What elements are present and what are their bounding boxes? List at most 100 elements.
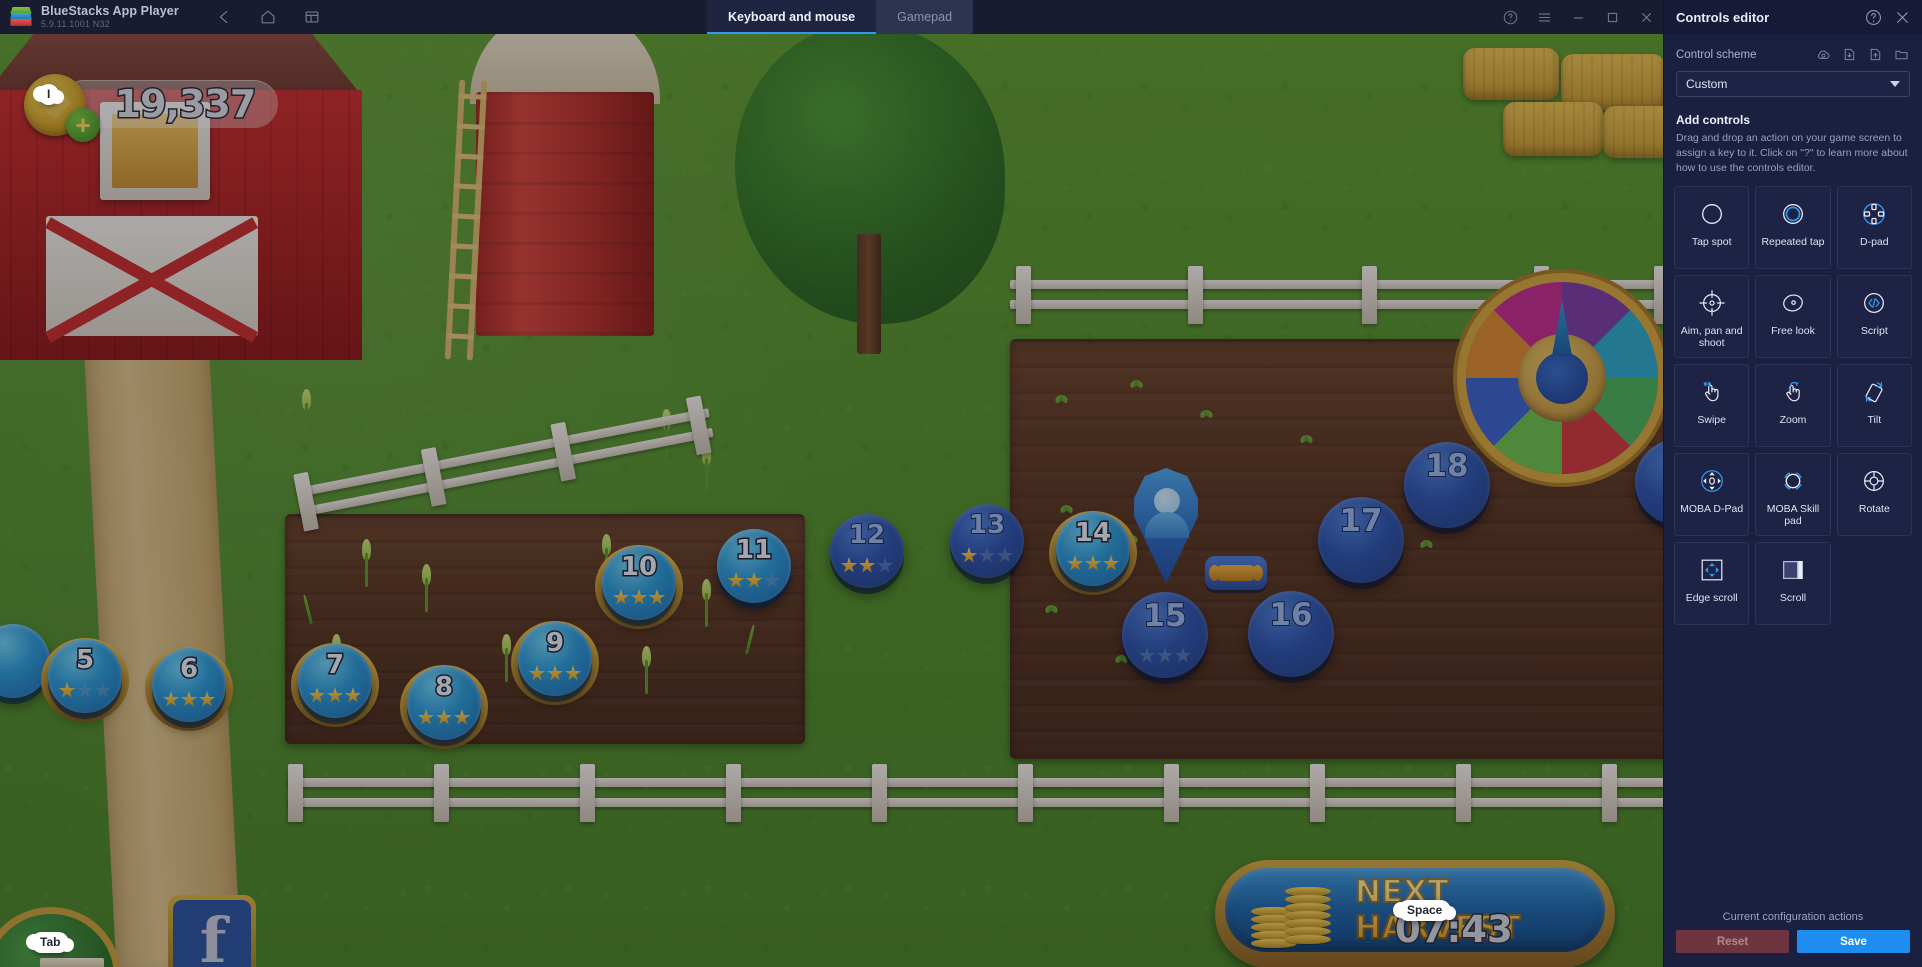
- control-moba-dpad[interactable]: MOBA D-Pad: [1674, 452, 1750, 536]
- bluestacks-window: BlueStacks App Player 5.9.11.1001 N32 Ke…: [0, 0, 1922, 967]
- level-stars: [950, 547, 1024, 564]
- control-repeated-tap[interactable]: Repeated tap: [1755, 185, 1831, 269]
- tab-gamepad[interactable]: Gamepad: [876, 0, 973, 34]
- window-controls: [1493, 0, 1663, 34]
- control-label: Tap spot: [1691, 235, 1732, 248]
- control-rotate[interactable]: Rotate: [1836, 452, 1912, 536]
- control-label: Rotate: [1858, 502, 1890, 515]
- bone-reward-badge[interactable]: [1205, 556, 1267, 590]
- level-number: 16: [1268, 596, 1313, 634]
- control-label: Repeated tap: [1761, 235, 1825, 248]
- control-free-look[interactable]: Free look: [1755, 274, 1831, 358]
- menu-icon[interactable]: [1527, 0, 1561, 34]
- player-position-pin: [1128, 468, 1204, 584]
- control-label: MOBA D-Pad: [1680, 502, 1744, 515]
- back-icon[interactable]: [215, 8, 233, 26]
- cloud-sync-icon[interactable]: [1815, 46, 1832, 63]
- tap-spot-icon: [1697, 199, 1727, 229]
- home-icon[interactable]: [259, 8, 277, 26]
- control-label: Tilt: [1867, 413, 1882, 426]
- add-controls-grid: Tap spot Repeated tap D-pad Aim, pan and…: [1674, 185, 1912, 625]
- level-stars: [518, 665, 592, 682]
- level-stars: [1122, 647, 1208, 664]
- code-icon: [1859, 288, 1889, 318]
- control-dpad[interactable]: D-pad: [1836, 185, 1912, 269]
- control-zoom[interactable]: Zoom: [1755, 363, 1831, 447]
- minimize-icon[interactable]: [1561, 0, 1595, 34]
- level-node-15-current[interactable]: 15: [1122, 592, 1208, 678]
- control-swipe[interactable]: Swipe: [1674, 363, 1750, 447]
- app-version: 5.9.11.1001 N32: [41, 18, 110, 29]
- keybadge-next-harvest[interactable]: Space: [1392, 900, 1457, 921]
- close-icon[interactable]: [1629, 0, 1663, 34]
- level-node-19[interactable]: [1635, 439, 1663, 525]
- keybadge-menu[interactable]: Tab: [25, 932, 75, 953]
- level-node-5[interactable]: 5: [41, 638, 129, 722]
- level-number: 13: [968, 509, 1006, 541]
- game-viewport[interactable]: 5 5 6 7 8 9 10: [0, 34, 1663, 967]
- control-edge-scroll[interactable]: Edge scroll: [1674, 541, 1750, 625]
- level-node-7[interactable]: 7: [291, 643, 379, 727]
- level-node-10[interactable]: 10: [595, 545, 683, 629]
- level-node-13[interactable]: 13: [950, 504, 1024, 578]
- mode-tabs: Keyboard and mouse Gamepad: [707, 0, 974, 34]
- level-node-8[interactable]: 8: [400, 665, 488, 749]
- coin-add-button[interactable]: +: [66, 108, 100, 142]
- level-stars: [152, 691, 226, 708]
- control-scheme-row: Control scheme: [1664, 34, 1922, 63]
- level-number: 14: [1073, 517, 1112, 550]
- level-node-12[interactable]: 12: [830, 514, 904, 588]
- control-label: Free look: [1771, 324, 1815, 337]
- control-aim-pan-shoot[interactable]: Aim, pan and shoot: [1674, 274, 1750, 358]
- panel-header: Controls editor: [1664, 0, 1922, 34]
- level-number: 9: [544, 627, 565, 660]
- help-icon[interactable]: [1493, 0, 1527, 34]
- question-circle-icon[interactable]: [1864, 8, 1883, 27]
- control-scheme-select[interactable]: Custom: [1676, 71, 1910, 97]
- prize-wheel[interactable]: [1466, 282, 1658, 474]
- level-node-6[interactable]: 6: [145, 647, 233, 731]
- fence-lower: [288, 764, 1663, 824]
- edge-scroll-icon: [1697, 555, 1727, 585]
- multi-instance-icon[interactable]: [303, 8, 321, 26]
- level-number: 6: [178, 653, 199, 686]
- panel-title: Controls editor: [1676, 9, 1770, 25]
- control-label: Scroll: [1779, 591, 1807, 604]
- facebook-button[interactable]: f: [168, 895, 256, 967]
- level-node-17[interactable]: 17: [1318, 497, 1404, 583]
- control-label: Edge scroll: [1685, 591, 1738, 604]
- tab-keyboard-and-mouse[interactable]: Keyboard and mouse: [707, 0, 877, 34]
- export-icon[interactable]: [1867, 46, 1884, 63]
- control-moba-skill-pad[interactable]: MOBA Skill pad: [1755, 452, 1831, 536]
- save-button[interactable]: Save: [1797, 930, 1910, 953]
- control-label: Script: [1860, 324, 1888, 337]
- close-icon[interactable]: [1893, 8, 1912, 27]
- level-stars: [48, 682, 122, 699]
- silo-building: [470, 34, 660, 336]
- coin-stack-icon: [1251, 882, 1343, 952]
- control-scroll[interactable]: Scroll: [1755, 541, 1831, 625]
- level-node-16[interactable]: 16: [1248, 591, 1334, 677]
- dpad-icon: [1859, 199, 1889, 229]
- level-node-14[interactable]: 14: [1049, 511, 1137, 595]
- level-node-9[interactable]: 9: [511, 621, 599, 705]
- maximize-icon[interactable]: [1595, 0, 1629, 34]
- control-scheme-value: Custom: [1686, 77, 1728, 91]
- import-icon[interactable]: [1841, 46, 1858, 63]
- control-tilt[interactable]: Tilt: [1836, 363, 1912, 447]
- titlebar-nav-icons: [215, 8, 321, 26]
- folder-icon[interactable]: [1893, 46, 1910, 63]
- eye-icon: [1778, 288, 1808, 318]
- level-node-18[interactable]: 18: [1404, 442, 1490, 528]
- control-tap-spot[interactable]: Tap spot: [1674, 185, 1750, 269]
- sprout: [1130, 379, 1143, 390]
- control-script[interactable]: Script: [1836, 274, 1912, 358]
- level-node-11[interactable]: 11: [717, 529, 791, 603]
- reset-button[interactable]: Reset: [1676, 930, 1789, 953]
- keybadge-coin-add[interactable]: I: [32, 84, 65, 105]
- control-label: Aim, pan and shoot: [1680, 324, 1743, 350]
- controls-editor-panel: Controls editor Control scheme Custom Ad…: [1663, 0, 1922, 967]
- control-scheme-label: Control scheme: [1676, 48, 1757, 61]
- level-number: 17: [1338, 502, 1383, 540]
- level-number: 8: [433, 671, 454, 704]
